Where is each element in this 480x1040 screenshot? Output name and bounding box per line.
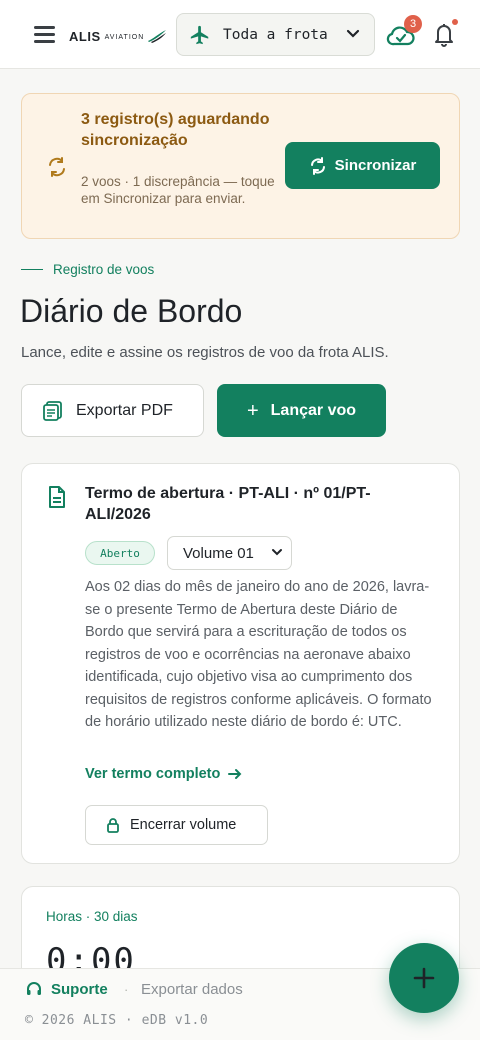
chevron-down-icon <box>272 549 282 556</box>
alis-logo[interactable]: ALIS AVIATION <box>69 26 167 46</box>
chevron-down-icon <box>346 29 360 38</box>
document-icon <box>49 486 65 508</box>
volume-select-value: Volume 01 <box>183 544 254 562</box>
sync-banner-title: 3 registro(s) aguardando sincronização <box>81 111 270 149</box>
export-pdf-button[interactable]: Exportar PDF <box>21 384 204 437</box>
eyebrow-text: Registro de voos <box>53 262 155 277</box>
page-subtitle: Lance, edite e assine os registros de vo… <box>21 344 389 361</box>
volume-select[interactable]: Volume 01 <box>167 536 292 570</box>
sync-alert-icon <box>49 157 65 177</box>
refresh-icon <box>310 156 325 175</box>
fleet-selector[interactable]: Toda a frota <box>176 13 375 56</box>
close-volume-label: Encerrar volume <box>130 817 237 833</box>
eyebrow-line <box>21 268 43 271</box>
term-card-title: Termo de abertura · PT-ALI · nº 01/PT-AL… <box>85 485 371 523</box>
page-title: Diário de Bordo <box>20 293 243 329</box>
sync-button[interactable]: Sincronizar <box>285 142 440 189</box>
term-card-body: Aos 02 dias do mês de janeiro do ano de … <box>85 579 432 730</box>
pdf-icon <box>43 400 62 421</box>
lock-icon <box>107 818 119 833</box>
add-flight-label: Lançar voo <box>270 401 357 419</box>
fleet-selector-value: Toda a frota <box>223 26 328 43</box>
copyright-text: © 2026 ALIS · eDB v1.0 <box>25 1013 209 1028</box>
opening-term-card: Termo de abertura · PT-ALI · nº 01/PT-AL… <box>21 463 460 864</box>
support-link[interactable]: Suporte <box>25 980 108 998</box>
top-bar: ALIS AVIATION Toda a frota 3 <box>0 0 480 69</box>
plus-icon <box>413 967 435 989</box>
status-badge: Aberto <box>85 541 155 565</box>
menu-icon[interactable] <box>34 26 55 43</box>
headset-icon <box>27 982 41 995</box>
floating-add-button[interactable] <box>389 943 459 1013</box>
close-volume-button[interactable]: Encerrar volume <box>85 805 268 845</box>
view-full-term-link[interactable]: Ver termo completo <box>85 766 242 782</box>
footer-separator: · <box>124 982 129 997</box>
hours-card-label: Horas · 30 dias <box>46 909 138 924</box>
sync-banner-description: 2 voos · 1 discrepância — toque em Sincr… <box>81 174 275 206</box>
sync-button-label: Sincronizar <box>334 157 417 174</box>
logo-swoosh-icon <box>148 30 167 43</box>
arrow-right-icon <box>228 769 242 779</box>
plane-icon <box>190 25 209 44</box>
section-eyebrow: Registro de voos <box>21 262 154 277</box>
notification-dot <box>452 19 458 25</box>
sync-banner: 3 registro(s) aguardando sincronização 2… <box>21 93 460 239</box>
support-label: Suporte <box>51 980 108 998</box>
add-flight-button[interactable]: + Lançar voo <box>217 384 386 437</box>
export-pdf-label: Exportar PDF <box>76 401 173 419</box>
sync-count-badge: 3 <box>404 15 422 33</box>
export-data-link[interactable]: Exportar dados <box>141 981 243 998</box>
view-full-term-label: Ver termo completo <box>85 766 221 782</box>
plus-icon: + <box>246 399 259 422</box>
